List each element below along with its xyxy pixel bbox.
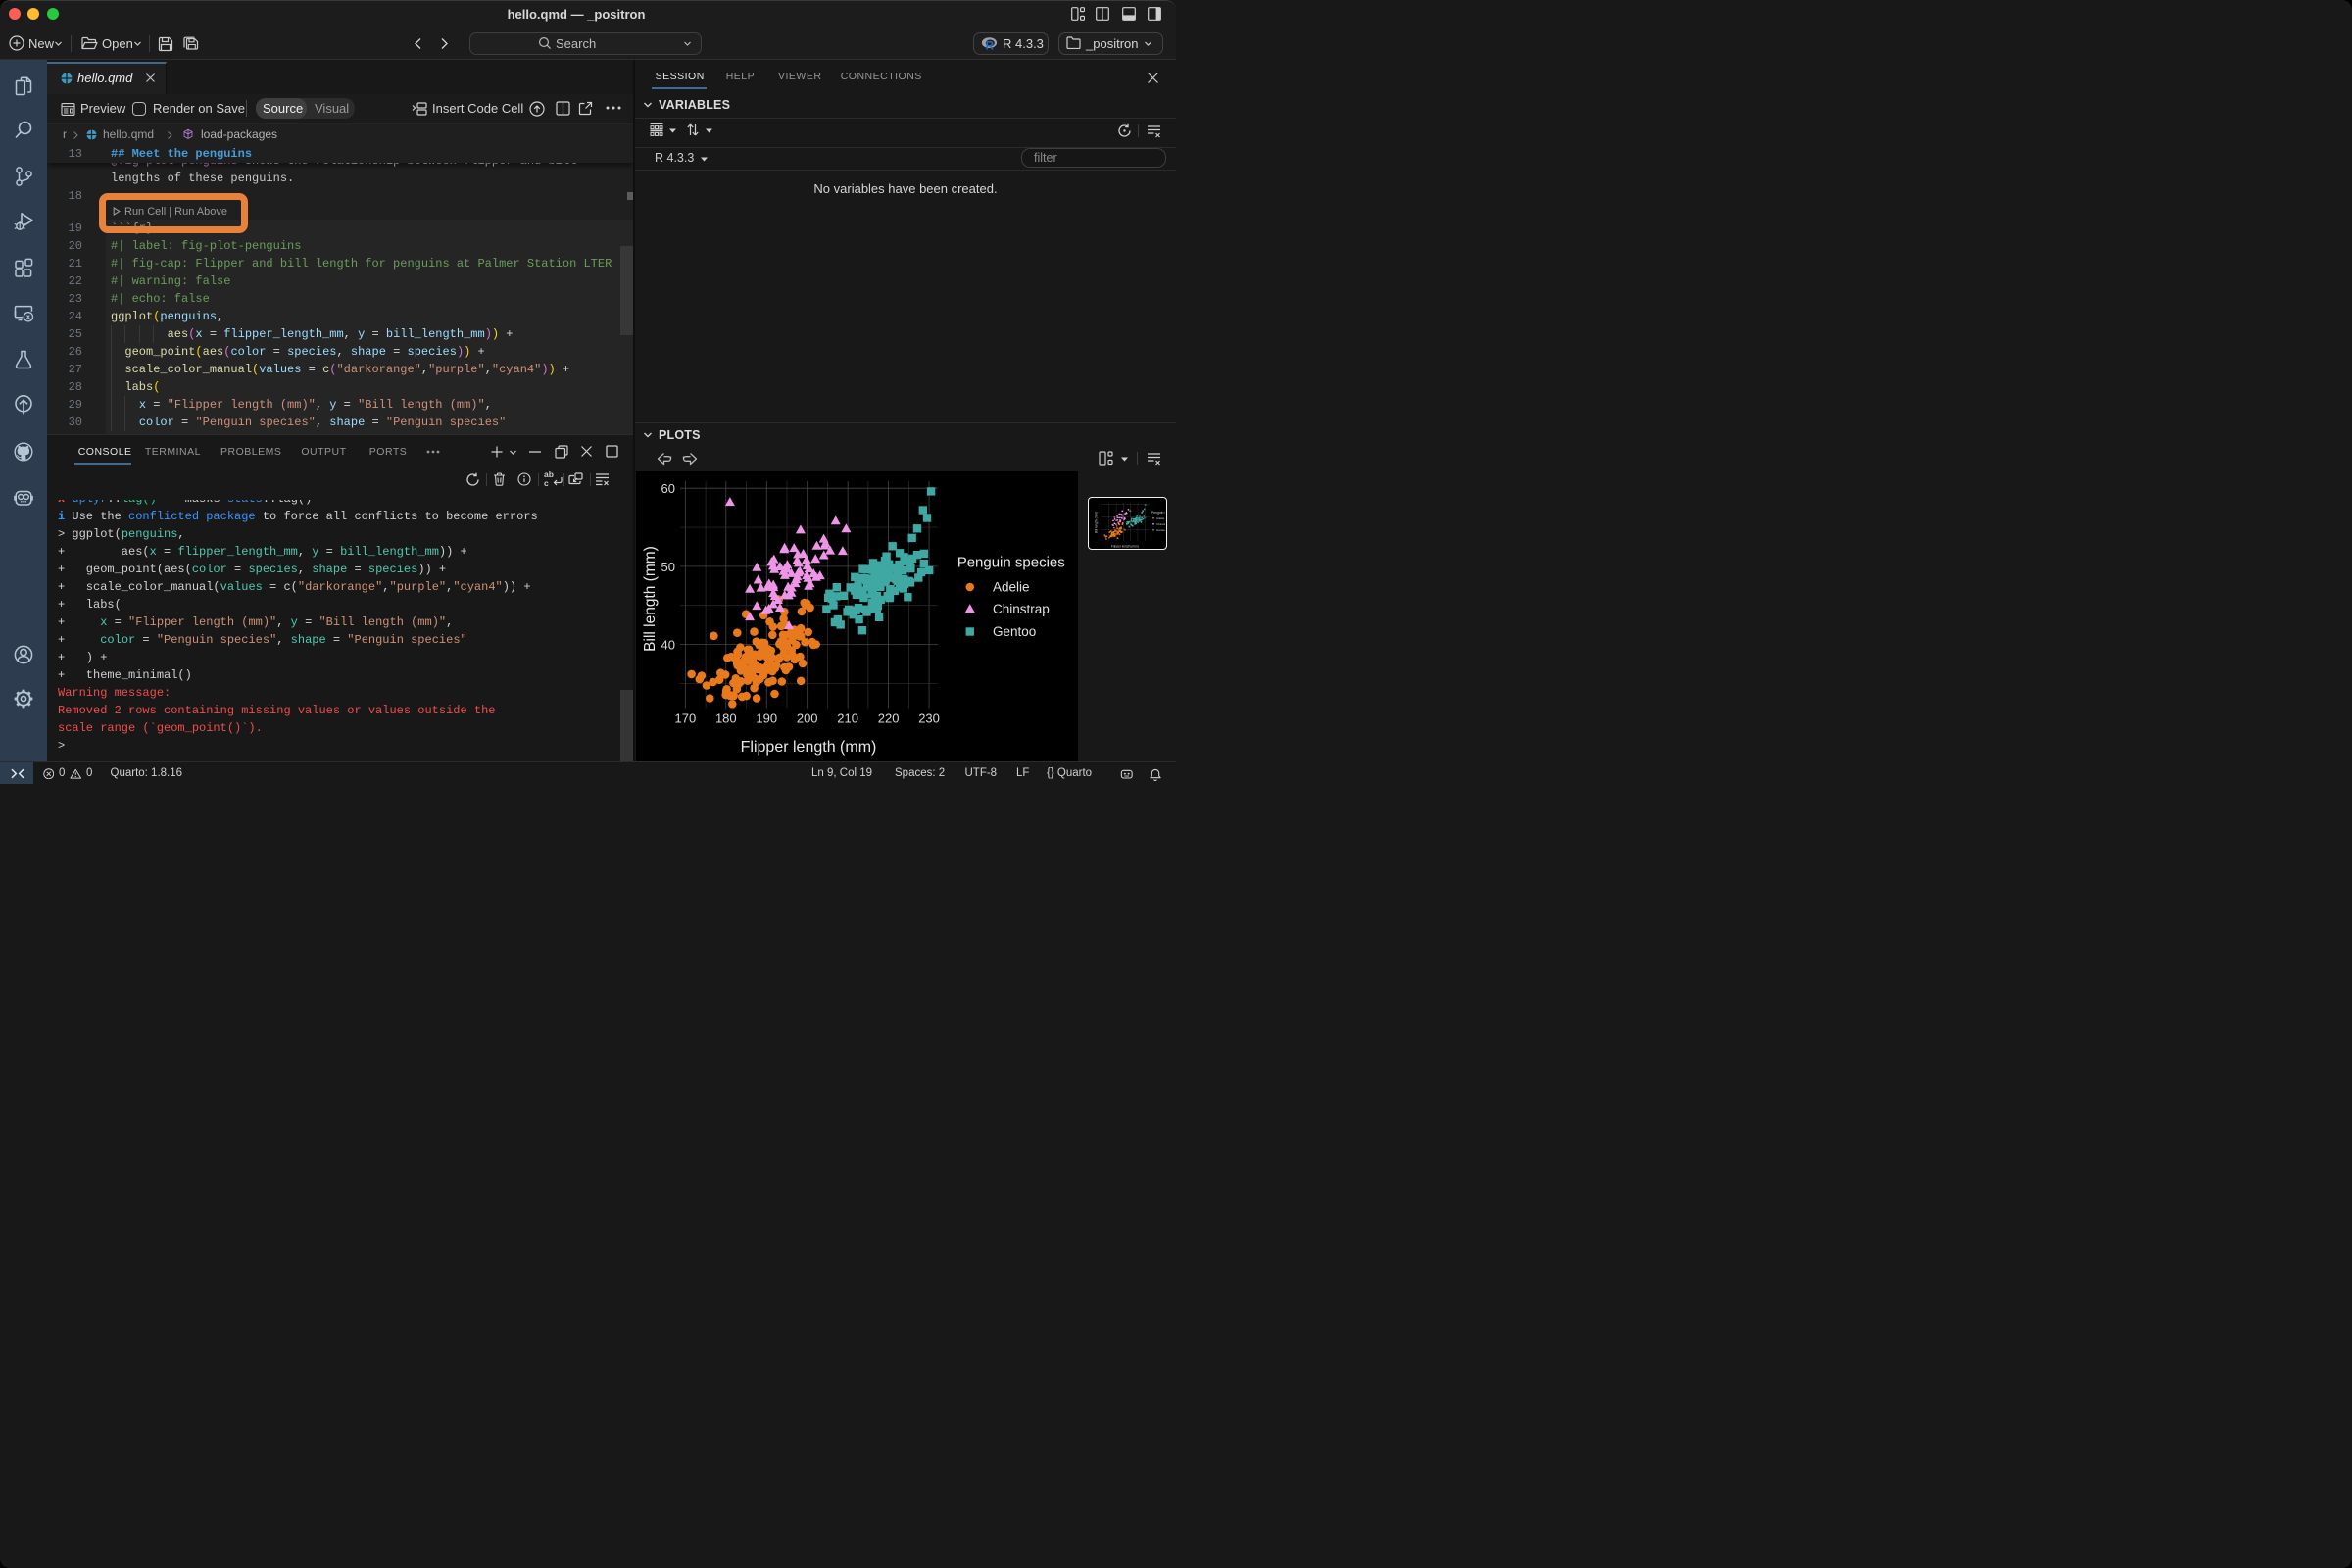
svg-text:50: 50 bbox=[662, 560, 675, 574]
svg-text:Bill length (mm): Bill length (mm) bbox=[1094, 512, 1098, 533]
svg-text:Adelie: Adelie bbox=[1156, 516, 1165, 520]
svg-text:Flipper length (mm): Flipper length (mm) bbox=[1111, 545, 1139, 549]
svg-text:Gentoo: Gentoo bbox=[1156, 528, 1165, 532]
svg-text:180: 180 bbox=[715, 711, 737, 726]
svg-text:40: 40 bbox=[662, 638, 675, 653]
svg-text:Chinstrap: Chinstrap bbox=[1156, 522, 1165, 526]
svg-text:Chinstrap: Chinstrap bbox=[993, 602, 1050, 616]
svg-text:Adelie: Adelie bbox=[993, 580, 1030, 595]
svg-text:Penguin species: Penguin species bbox=[1152, 511, 1165, 514]
svg-text:190: 190 bbox=[756, 711, 777, 726]
svg-text:170: 170 bbox=[674, 711, 696, 726]
svg-text:Bill length (mm): Bill length (mm) bbox=[642, 546, 659, 652]
svg-text:230: 230 bbox=[918, 711, 940, 726]
svg-text:R: R bbox=[986, 40, 995, 50]
svg-text:Penguin species: Penguin species bbox=[957, 555, 1065, 571]
svg-text:Flipper length (mm): Flipper length (mm) bbox=[741, 739, 877, 756]
svg-text:220: 220 bbox=[878, 711, 900, 726]
svg-text:200: 200 bbox=[797, 711, 818, 726]
svg-text:60: 60 bbox=[662, 481, 675, 496]
svg-text:Gentoo: Gentoo bbox=[993, 624, 1036, 639]
svg-text:210: 210 bbox=[837, 711, 858, 726]
